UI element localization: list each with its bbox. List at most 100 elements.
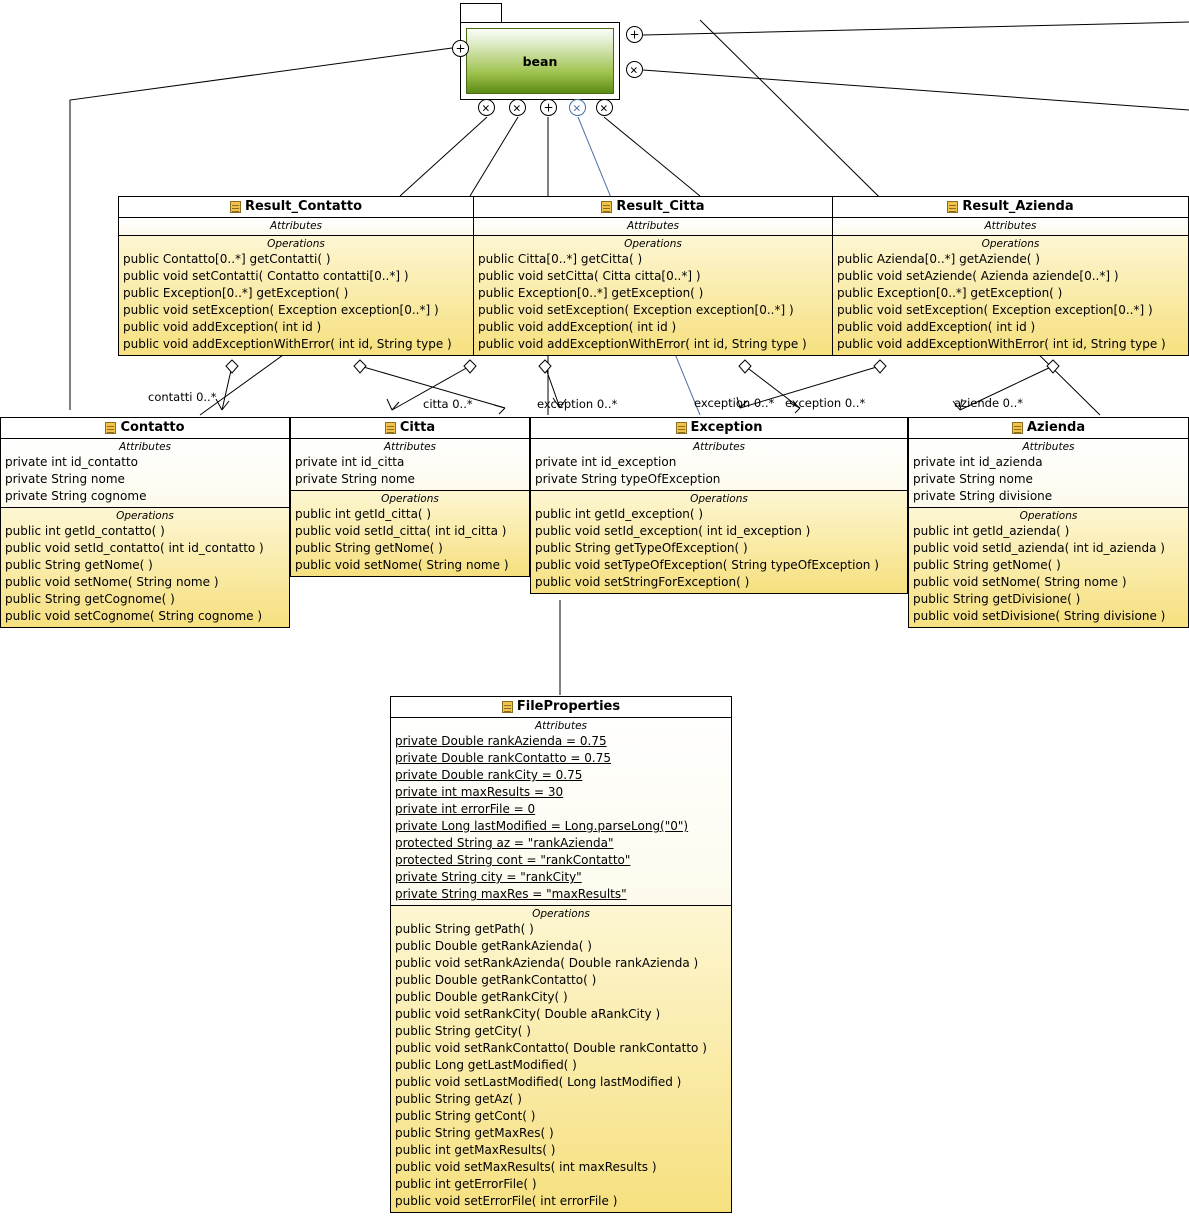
operation-row: public int getId_citta( ) bbox=[295, 507, 432, 521]
attribute-row: private String cognome bbox=[5, 489, 147, 503]
class-name: FileProperties bbox=[516, 699, 621, 714]
attribute-row: private String nome bbox=[913, 472, 1033, 486]
attributes-heading: Attributes bbox=[984, 220, 1037, 232]
operations-section: Operations public Azienda[0..*] getAzien… bbox=[833, 236, 1188, 355]
operation-row: public String getPath( ) bbox=[395, 922, 534, 936]
operation-row: public String getAz( ) bbox=[395, 1092, 522, 1106]
operation-row: public void setMaxResults( int maxResult… bbox=[395, 1160, 657, 1174]
operation-row: public Citta[0..*] getCitta( ) bbox=[478, 252, 643, 266]
attribute-row: protected String az = "rankAzienda" bbox=[395, 836, 614, 850]
attribute-row: private int id_contatto bbox=[5, 455, 139, 469]
operation-row: public void setId_citta( int id_citta ) bbox=[295, 524, 507, 538]
operations-heading: Operations bbox=[381, 493, 439, 505]
class-azienda[interactable]: Azienda Attributes private int id_aziend… bbox=[908, 417, 1189, 628]
operation-row: public void setRankCity( Double aRankCit… bbox=[395, 1007, 661, 1021]
class-contatto[interactable]: Contatto Attributes private int id_conta… bbox=[0, 417, 290, 628]
operation-row: public Double getRankCity( ) bbox=[395, 990, 568, 1004]
operation-row: public void addExceptionWithError( int i… bbox=[123, 337, 452, 351]
class-result-azienda[interactable]: Result_Azienda Attributes Operations pub… bbox=[832, 196, 1189, 356]
class-result-contatto[interactable]: Result_Contatto Attributes Operations pu… bbox=[118, 196, 474, 356]
attributes-heading: Attributes bbox=[383, 441, 437, 453]
class-name: Result_Citta bbox=[616, 199, 705, 214]
attributes-heading: Attributes bbox=[626, 220, 680, 232]
operation-row: public void setNome( String nome ) bbox=[295, 558, 509, 572]
operation-row: public String getTypeOfException( ) bbox=[535, 541, 748, 555]
class-name: Citta bbox=[399, 420, 436, 435]
class-title: Result_Citta bbox=[474, 197, 832, 218]
interface-lollipop-b3[interactable]: + bbox=[540, 99, 557, 116]
class-title: Result_Contatto bbox=[119, 197, 473, 218]
class-citta[interactable]: Citta Attributes private int id_citta pr… bbox=[290, 417, 530, 577]
package-bean[interactable]: bean bbox=[460, 3, 630, 103]
interface-lollipop-left-plus[interactable]: + bbox=[452, 40, 469, 57]
operation-row: public void setAziende( Azienda aziende[… bbox=[837, 269, 1119, 283]
class-icon bbox=[105, 421, 117, 434]
operation-row: public void setId_contatto( int id_conta… bbox=[5, 541, 264, 555]
attributes-heading: Attributes bbox=[534, 720, 588, 732]
operation-row: public int getId_exception( ) bbox=[535, 507, 704, 521]
operation-row: public void setRankContatto( Double rank… bbox=[395, 1041, 707, 1055]
class-fileproperties[interactable]: FileProperties Attributes private Double… bbox=[390, 696, 732, 1213]
association-label-exception-3: exception 0..* bbox=[785, 396, 866, 410]
attribute-row: private int id_azienda bbox=[913, 455, 1043, 469]
operation-row: public int getErrorFile( ) bbox=[395, 1177, 537, 1191]
attribute-row: private int errorFile = 0 bbox=[395, 802, 536, 816]
operation-row: public Double getRankAzienda( ) bbox=[395, 939, 592, 953]
operation-row: public Exception[0..*] getException( ) bbox=[837, 286, 1063, 300]
attribute-row: private String typeOfException bbox=[535, 472, 721, 486]
attributes-section: Attributes private int id_citta private … bbox=[291, 439, 529, 491]
class-exception[interactable]: Exception Attributes private int id_exce… bbox=[530, 417, 908, 594]
interface-lollipop-right-x[interactable]: + bbox=[626, 61, 643, 78]
attribute-row: private Double rankAzienda = 0.75 bbox=[395, 734, 607, 748]
attribute-row: protected String cont = "rankContatto" bbox=[395, 853, 631, 867]
class-title: Exception bbox=[531, 418, 907, 439]
operation-row: public void setException( Exception exce… bbox=[478, 303, 794, 317]
operations-section: Operations public int getId_contatto( ) … bbox=[1, 508, 289, 627]
class-name: Contatto bbox=[120, 420, 185, 435]
operations-heading: Operations bbox=[1019, 510, 1078, 522]
operation-row: public String getMaxRes( ) bbox=[395, 1126, 554, 1140]
operations-section: Operations public String getPath( ) publ… bbox=[391, 906, 731, 1212]
attributes-section: Attributes private int id_azienda privat… bbox=[909, 439, 1188, 508]
operation-row: public void setErrorFile( int errorFile … bbox=[395, 1194, 618, 1208]
association-label-exception-2: exception 0..* bbox=[694, 396, 775, 410]
attributes-section: Attributes bbox=[833, 218, 1188, 236]
operations-heading: Operations bbox=[267, 238, 325, 250]
operation-row: public Exception[0..*] getException( ) bbox=[478, 286, 704, 300]
interface-lollipop-b1[interactable]: + bbox=[478, 99, 495, 116]
operation-row: public void setContatti( Contatto contat… bbox=[123, 269, 409, 283]
plus-icon: + bbox=[455, 41, 466, 55]
association-label-exception-1: exception 0..* bbox=[537, 397, 618, 411]
operation-row: public Double getRankContatto( ) bbox=[395, 973, 597, 987]
attributes-section: Attributes private int id_contatto priva… bbox=[1, 439, 289, 508]
operation-row: public void setTypeOfException( String t… bbox=[535, 558, 879, 572]
attribute-row: private Long lastModified = Long.parseLo… bbox=[395, 819, 689, 833]
class-result-citta[interactable]: Result_Citta Attributes Operations publi… bbox=[473, 196, 833, 356]
operations-section: Operations public int getId_citta( ) pub… bbox=[291, 491, 529, 576]
operations-section: Operations public Citta[0..*] getCitta( … bbox=[474, 236, 832, 355]
x-icon: + bbox=[508, 98, 527, 117]
interface-lollipop-b5[interactable]: + bbox=[596, 99, 613, 116]
class-name: Result_Contatto bbox=[244, 199, 363, 214]
operation-row: public void setCognome( String cognome ) bbox=[5, 609, 263, 623]
attributes-heading: Attributes bbox=[692, 441, 746, 453]
attribute-row: private String nome bbox=[295, 472, 415, 486]
interface-lollipop-b2[interactable]: + bbox=[509, 99, 526, 116]
operations-heading: Operations bbox=[116, 510, 174, 522]
interface-lollipop-right-plus[interactable]: + bbox=[626, 26, 643, 43]
attributes-heading: Attributes bbox=[118, 441, 172, 453]
class-name: Exception bbox=[690, 420, 763, 435]
operation-row: public void setException( Exception exce… bbox=[837, 303, 1153, 317]
operation-row: public void setId_azienda( int id_aziend… bbox=[913, 541, 1165, 555]
operations-heading: Operations bbox=[690, 493, 748, 505]
association-label-aziende: aziende 0..* bbox=[954, 396, 1024, 410]
package-label: bean bbox=[522, 53, 558, 69]
x-icon: + bbox=[477, 98, 496, 117]
association-label-citta: citta 0..* bbox=[423, 397, 473, 411]
x-icon: + bbox=[595, 98, 614, 117]
operation-row: public void setLastModified( Long lastMo… bbox=[395, 1075, 682, 1089]
attribute-row: private int maxResults = 30 bbox=[395, 785, 564, 799]
operation-row: public void setRankAzienda( Double rankA… bbox=[395, 956, 699, 970]
interface-lollipop-b4[interactable]: + bbox=[569, 99, 586, 116]
attributes-section: Attributes private Double rankAzienda = … bbox=[391, 718, 731, 906]
